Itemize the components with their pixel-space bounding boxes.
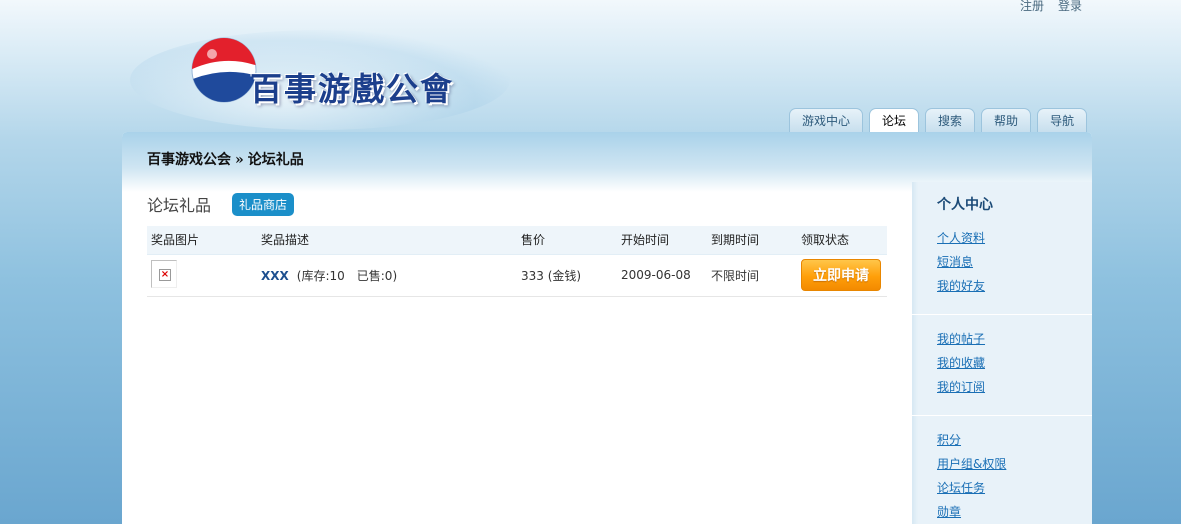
gift-shop-button[interactable]: 礼品商店 (232, 192, 295, 216)
sidebar-link-tasks[interactable]: 论坛任务 (937, 480, 1092, 504)
register-link[interactable]: 注册 (1020, 0, 1044, 14)
nav-tabs: 游戏中心 论坛 搜索 帮助 导航 (789, 108, 1088, 133)
sidebar-link-credits[interactable]: 积分 (937, 432, 1092, 456)
header-expire-time: 到期时间 (707, 226, 797, 255)
gift-description-cell: XXX (库存:10 已售:0) (257, 254, 517, 297)
main-panel: 百事游戏公会» 论坛礼品 论坛礼品 礼品商店 奖品图片 奖品描述 售价 开始时间 … (122, 132, 1092, 524)
sidebar: 个人中心 个人资料 短消息 我的好友 我的帖子 我的收藏 我的订阅 积分 用户组… (912, 182, 1092, 524)
sidebar-link-messages[interactable]: 短消息 (937, 254, 1092, 278)
breadcrumb: 百事游戏公会» 论坛礼品 (147, 149, 304, 169)
content-area: 论坛礼品 礼品商店 奖品图片 奖品描述 售价 开始时间 到期时间 领取状态 × (147, 192, 887, 297)
table-header-row: 奖品图片 奖品描述 售价 开始时间 到期时间 领取状态 (147, 226, 887, 255)
header-status: 领取状态 (797, 226, 887, 255)
gift-stock-info: (库存:10 已售:0) (296, 268, 398, 283)
tab-search[interactable]: 搜索 (925, 108, 976, 133)
sidebar-link-subscriptions[interactable]: 我的订阅 (937, 379, 1092, 403)
logo-text: 百事游戲公會 (250, 70, 455, 108)
sidebar-link-profile[interactable]: 个人资料 (937, 230, 1092, 254)
breadcrumb-current: 论坛礼品 (247, 152, 304, 168)
sidebar-link-medals[interactable]: 勋章 (937, 504, 1092, 524)
site-logo[interactable]: 百事游戲公會 (120, 0, 515, 135)
sidebar-link-favorites[interactable]: 我的收藏 (937, 355, 1092, 379)
top-links: 注册 登录 (1020, 0, 1082, 14)
gift-status-cell: 立即申请 (797, 254, 887, 297)
pepsi-globe-icon (191, 37, 257, 103)
sidebar-section-account: 积分 用户组&权限 论坛任务 勋章 (912, 416, 1092, 524)
gifts-table: 奖品图片 奖品描述 售价 开始时间 到期时间 领取状态 × XXX (库存:10 … (147, 226, 887, 297)
broken-image-icon[interactable]: × (151, 259, 177, 288)
tab-navigation[interactable]: 导航 (1037, 108, 1088, 133)
page-title: 论坛礼品 (147, 196, 212, 215)
gift-image-cell: × (147, 254, 257, 297)
apply-now-button[interactable]: 立即申请 (801, 259, 881, 291)
breadcrumb-home[interactable]: 百事游戏公会 (147, 152, 231, 168)
tab-game-center[interactable]: 游戏中心 (789, 108, 864, 133)
gift-start-time: 2009-06-08 (617, 254, 707, 297)
sidebar-title: 个人中心 (937, 197, 993, 213)
content-header: 论坛礼品 礼品商店 (147, 192, 887, 216)
sidebar-link-my-posts[interactable]: 我的帖子 (937, 331, 1092, 355)
sidebar-link-friends[interactable]: 我的好友 (937, 278, 1092, 302)
tab-help[interactable]: 帮助 (981, 108, 1032, 133)
sidebar-link-usergroup[interactable]: 用户组&权限 (937, 456, 1092, 480)
sidebar-section-posts: 我的帖子 我的收藏 我的订阅 (912, 315, 1092, 416)
header-price: 售价 (517, 226, 617, 255)
tab-forum[interactable]: 论坛 (869, 108, 920, 133)
gift-expire-time: 不限时间 (707, 254, 797, 297)
header-description: 奖品描述 (257, 226, 517, 255)
sidebar-section-personal: 个人中心 个人资料 短消息 我的好友 (912, 182, 1092, 315)
breadcrumb-separator: » (235, 152, 244, 168)
gift-name-link[interactable]: XXX (261, 269, 289, 283)
gift-price: 333 (金钱) (517, 254, 617, 297)
login-link[interactable]: 登录 (1058, 0, 1082, 14)
header-start-time: 开始时间 (617, 226, 707, 255)
header-image: 奖品图片 (147, 226, 257, 255)
table-row: × XXX (库存:10 已售:0) 333 (金钱) 2009-06-08 不限… (147, 254, 887, 297)
